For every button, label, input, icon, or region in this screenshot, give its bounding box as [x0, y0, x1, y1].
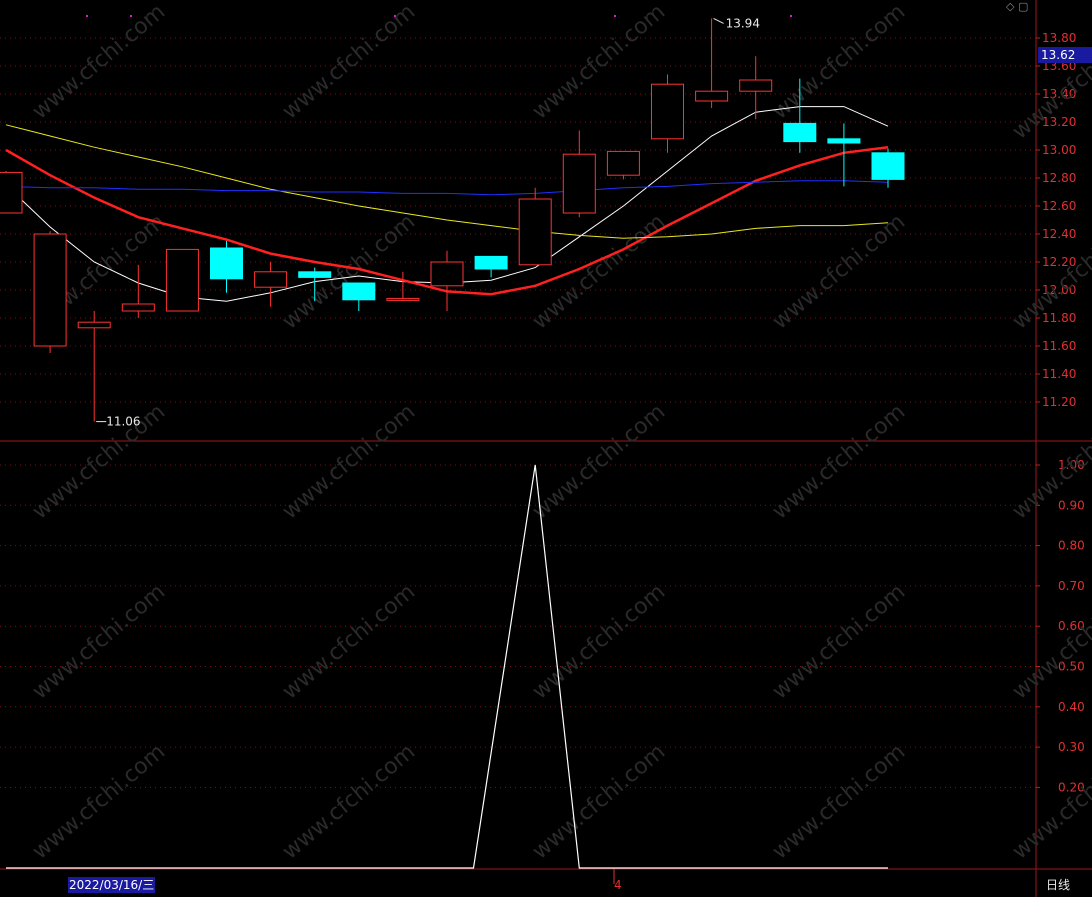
candle-body	[210, 247, 243, 280]
candle-body	[651, 83, 684, 140]
candle-body	[783, 122, 817, 143]
watermark-text: www.cfchi.com	[768, 399, 910, 524]
watermark-text: www.cfchi.com	[1008, 579, 1092, 704]
candle-body	[518, 198, 552, 266]
candle-body	[0, 171, 23, 214]
indicator-tick-label: 0.70	[1058, 579, 1085, 593]
watermark-text: www.cfchi.com	[528, 579, 670, 704]
watermark-text: www.cfchi.com	[28, 579, 170, 704]
watermark-text: www.cfchi.com	[528, 399, 670, 524]
watermark-text: www.cfchi.com	[278, 579, 420, 704]
candle-body	[121, 303, 155, 312]
signal-dot	[614, 15, 616, 17]
candle-body	[77, 321, 111, 329]
watermark-text: www.cfchi.com	[28, 399, 170, 524]
low-label: 11.06	[106, 415, 140, 429]
candle-body	[254, 271, 288, 288]
watermark-text: www.cfchi.com	[768, 579, 910, 704]
candle-body	[342, 282, 376, 301]
period-selector[interactable]: 日线	[1046, 877, 1070, 893]
watermark-text: www.cfchi.com	[528, 0, 670, 125]
month-marker: 4	[614, 878, 622, 892]
candle-body	[430, 261, 464, 287]
indicator-tick-label: 0.90	[1058, 498, 1085, 512]
price-tick-label: 11.40	[1042, 367, 1076, 381]
price-tick-label: 12.80	[1042, 171, 1076, 185]
candle-body	[739, 79, 773, 92]
signal-dot	[790, 15, 792, 17]
watermark-text: www.cfchi.com	[768, 209, 910, 334]
indicator-tick-label: 0.40	[1058, 700, 1085, 714]
indicator-tick-label: 0.80	[1058, 539, 1085, 553]
chart-canvas[interactable]: 13.8013.6013.4013.2013.0012.8012.6012.40…	[0, 0, 1092, 897]
watermark-text: www.cfchi.com	[278, 399, 420, 524]
price-tick-label: 11.20	[1042, 395, 1076, 409]
candle-body	[386, 297, 420, 301]
indicator-tick-label: 0.30	[1058, 740, 1085, 754]
candle-body	[871, 152, 905, 180]
window-icon[interactable]: ▢	[1018, 0, 1028, 13]
candle-body	[165, 248, 199, 312]
watermark-text: www.cfchi.com	[28, 739, 170, 864]
watermark-text: www.cfchi.com	[768, 739, 910, 864]
watermark-text: www.cfchi.com	[768, 0, 910, 125]
signal-dot	[130, 15, 132, 17]
watermark-text: www.cfchi.com	[278, 739, 420, 864]
price-tick-label: 13.00	[1042, 143, 1076, 157]
watermark-text: www.cfchi.com	[28, 0, 170, 125]
candle-body	[474, 255, 508, 270]
price-tick-label: 12.60	[1042, 199, 1076, 213]
price-tick-label: 11.60	[1042, 339, 1076, 353]
cursor-date-label: 2022/03/16/三	[68, 877, 156, 893]
candle-body	[827, 138, 861, 144]
candle-body	[606, 150, 640, 176]
watermark-text: www.cfchi.com	[1008, 739, 1092, 864]
moving-average-line	[5, 180, 889, 196]
price-tick-label: 12.40	[1042, 227, 1076, 241]
last-price-badge: 13.62	[1038, 47, 1092, 63]
diamond-icon[interactable]: ◇	[1006, 0, 1014, 13]
watermark-text: www.cfchi.com	[278, 0, 420, 125]
candle-body	[695, 90, 729, 102]
panel-tool-icons[interactable]: ◇ ▢	[1006, 0, 1028, 13]
watermark-text: www.cfchi.com	[528, 739, 670, 864]
candle-body	[33, 233, 67, 347]
price-tick-label: 13.80	[1042, 31, 1076, 45]
candle-body	[562, 153, 596, 214]
high-label: 13.94	[726, 16, 760, 30]
signal-dot	[394, 15, 396, 17]
high-pointer	[713, 17, 724, 24]
candle-body	[298, 271, 332, 278]
signal-dot	[86, 15, 88, 17]
